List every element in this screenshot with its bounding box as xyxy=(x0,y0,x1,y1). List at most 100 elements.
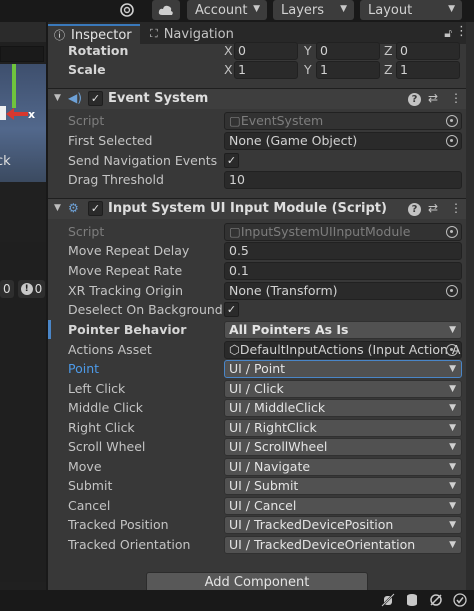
actions-asset-row: Actions Asset ⬡DefaultInputActions (Inpu… xyxy=(48,341,472,360)
pointer-behavior-dropdown[interactable]: All Pointers As Is ▼ xyxy=(224,321,462,339)
action-row-cancel: Cancel UI / Cancel ▼ xyxy=(48,497,472,516)
action-value: UI / TrackedDevicePosition xyxy=(229,517,394,532)
action-dropdown[interactable]: UI / MiddleClick ▼ xyxy=(224,399,462,417)
y-axis-label: Y xyxy=(304,43,312,58)
chevron-down-icon: ▼ xyxy=(449,462,456,472)
preset-settings-icon[interactable]: ⇄ xyxy=(428,91,438,105)
action-row-left-click: Left Click UI / Click ▼ xyxy=(48,380,472,399)
deselect-background-row: Deselect On Background C ✓ xyxy=(48,301,472,320)
cloud-build-icon[interactable] xyxy=(113,0,141,20)
action-dropdown[interactable]: UI / Navigate ▼ xyxy=(224,458,462,476)
cache-server-icon[interactable] xyxy=(404,593,420,609)
lock-icon[interactable]: 🔓︎ xyxy=(444,26,452,41)
action-label: Right Click xyxy=(68,420,135,435)
chevron-down-icon: ▼ xyxy=(340,4,347,14)
move-repeat-rate-field[interactable]: 0.1 xyxy=(224,262,462,280)
object-picker-icon[interactable] xyxy=(446,344,458,356)
foldout-arrow-icon[interactable]: ▼ xyxy=(54,203,61,213)
rotation-y-field[interactable]: 0 xyxy=(316,42,380,60)
move-repeat-delay-field[interactable]: 0.5 xyxy=(224,242,462,260)
scale-y-field[interactable]: 1 xyxy=(316,61,380,79)
object-picker-icon[interactable] xyxy=(446,135,458,147)
account-dropdown[interactable]: Account ▼ xyxy=(187,0,267,20)
event-system-enabled-checkbox[interactable]: ✓ xyxy=(88,91,103,106)
rotation-label: Rotation xyxy=(68,43,129,58)
action-dropdown[interactable]: UI / Point ▼ xyxy=(224,360,462,378)
foldout-arrow-icon[interactable]: ▼ xyxy=(54,93,61,103)
chevron-down-icon: ▼ xyxy=(449,384,456,394)
input-module-enabled-checkbox[interactable]: ✓ xyxy=(88,201,103,216)
scene-hierarchy-strip: x ck 0 !0 xyxy=(0,22,46,590)
move-repeat-rate-row: Move Repeat Rate 0.1 xyxy=(48,262,472,281)
help-icon[interactable]: ? xyxy=(408,91,421,106)
tab-inspector[interactable]: ⓘ Inspector xyxy=(48,24,140,44)
deselect-background-checkbox[interactable]: ✓ xyxy=(224,302,239,317)
log-count-badge[interactable]: 0 xyxy=(0,280,14,298)
tab-navigation[interactable]: ⛶ Navigation xyxy=(144,24,244,44)
actions-asset-field[interactable]: ⬡DefaultInputActions (Input Action As xyxy=(224,341,462,359)
scene-view[interactable]: x ck xyxy=(0,64,46,182)
help-icon[interactable]: ? xyxy=(408,201,421,216)
cloud-icon[interactable] xyxy=(152,0,180,20)
chevron-down-icon: ▼ xyxy=(449,325,456,335)
drag-threshold-field[interactable]: 10 xyxy=(224,171,462,189)
scale-label: Scale xyxy=(68,62,106,77)
more-options-icon[interactable]: ⋮ xyxy=(450,91,462,105)
layout-dropdown[interactable]: Layout ▼ xyxy=(360,0,462,20)
action-dropdown[interactable]: UI / TrackedDevicePosition ▼ xyxy=(224,516,462,534)
action-value: UI / Submit xyxy=(229,478,299,493)
action-dropdown[interactable]: UI / Cancel ▼ xyxy=(224,497,462,515)
scale-x-field[interactable]: 1 xyxy=(234,61,298,79)
check-status-icon[interactable] xyxy=(452,593,468,609)
debug-off-icon[interactable] xyxy=(380,593,396,609)
xr-tracking-origin-field[interactable]: None (Transform) xyxy=(224,282,462,300)
rotation-z-field[interactable]: 0 xyxy=(396,42,460,60)
action-dropdown[interactable]: UI / Submit ▼ xyxy=(224,477,462,495)
action-row-point: Point UI / Point ▼ xyxy=(48,360,472,379)
send-navigation-checkbox[interactable]: ✓ xyxy=(224,153,239,168)
action-value: UI / ScrollWheel xyxy=(229,439,328,454)
input-actions-asset-icon: ⬡ xyxy=(229,342,240,357)
object-picker-icon xyxy=(446,226,458,238)
panel-header xyxy=(0,22,46,42)
action-row-move: Move UI / Navigate ▼ xyxy=(48,458,472,477)
chevron-down-icon: ▼ xyxy=(448,4,455,14)
chevron-down-icon: ▼ xyxy=(449,481,456,491)
y-axis-gizmo[interactable] xyxy=(12,64,16,108)
input-module-header[interactable]: ▼ ⚙︎ ✓ Input System UI Input Module (Scr… xyxy=(48,198,472,219)
inspector-scrollbar[interactable] xyxy=(466,22,474,590)
action-label: Point xyxy=(68,361,100,376)
action-dropdown[interactable]: UI / RightClick ▼ xyxy=(224,419,462,437)
chevron-down-icon: ▼ xyxy=(449,540,456,550)
first-selected-value: None (Game Object) xyxy=(229,133,358,148)
script-label: Script xyxy=(68,113,105,128)
first-selected-field[interactable]: None (Game Object) xyxy=(224,132,462,150)
event-system-header[interactable]: ▼ ◀︎) ✓ Event System ? ⇄ ⋮ xyxy=(48,88,472,109)
more-options-icon[interactable]: ⋮ xyxy=(450,201,462,215)
action-row-tracked-position: Tracked Position UI / TrackedDevicePosit… xyxy=(48,516,472,535)
action-dropdown[interactable]: UI / TrackedDeviceOrientation ▼ xyxy=(224,536,462,554)
action-label: Scroll Wheel xyxy=(68,439,146,454)
preset-settings-icon[interactable]: ⇄ xyxy=(428,201,438,215)
x-axis-gizmo[interactable] xyxy=(10,112,28,116)
account-label: Account xyxy=(195,2,248,18)
warning-count-badge[interactable]: ! 0 xyxy=(17,280,46,298)
object-picker-icon[interactable] xyxy=(446,285,458,297)
event-system-icon: ◀︎) xyxy=(68,91,82,105)
drag-threshold-label: Drag Threshold xyxy=(68,172,164,187)
search-input[interactable] xyxy=(0,46,44,62)
network-off-icon[interactable] xyxy=(428,593,444,609)
layers-dropdown[interactable]: Layers ▼ xyxy=(273,0,354,20)
actions-asset-value: DefaultInputActions (Input Action As xyxy=(239,342,462,357)
action-row-tracked-orientation: Tracked Orientation UI / TrackedDeviceOr… xyxy=(48,536,472,555)
rotation-x-field[interactable]: 0 xyxy=(234,42,298,60)
action-dropdown[interactable]: UI / Click ▼ xyxy=(224,380,462,398)
script-value: InputSystemUIInputModule xyxy=(240,224,411,239)
chevron-down-icon: ▼ xyxy=(449,501,456,511)
scale-z-field[interactable]: 1 xyxy=(396,61,460,79)
add-component-button[interactable]: Add Component xyxy=(146,572,368,590)
action-label: Move xyxy=(68,459,102,474)
object-picker-icon xyxy=(446,115,458,127)
action-dropdown[interactable]: UI / ScrollWheel ▼ xyxy=(224,438,462,456)
navigation-icon: ⛶ xyxy=(150,27,158,40)
